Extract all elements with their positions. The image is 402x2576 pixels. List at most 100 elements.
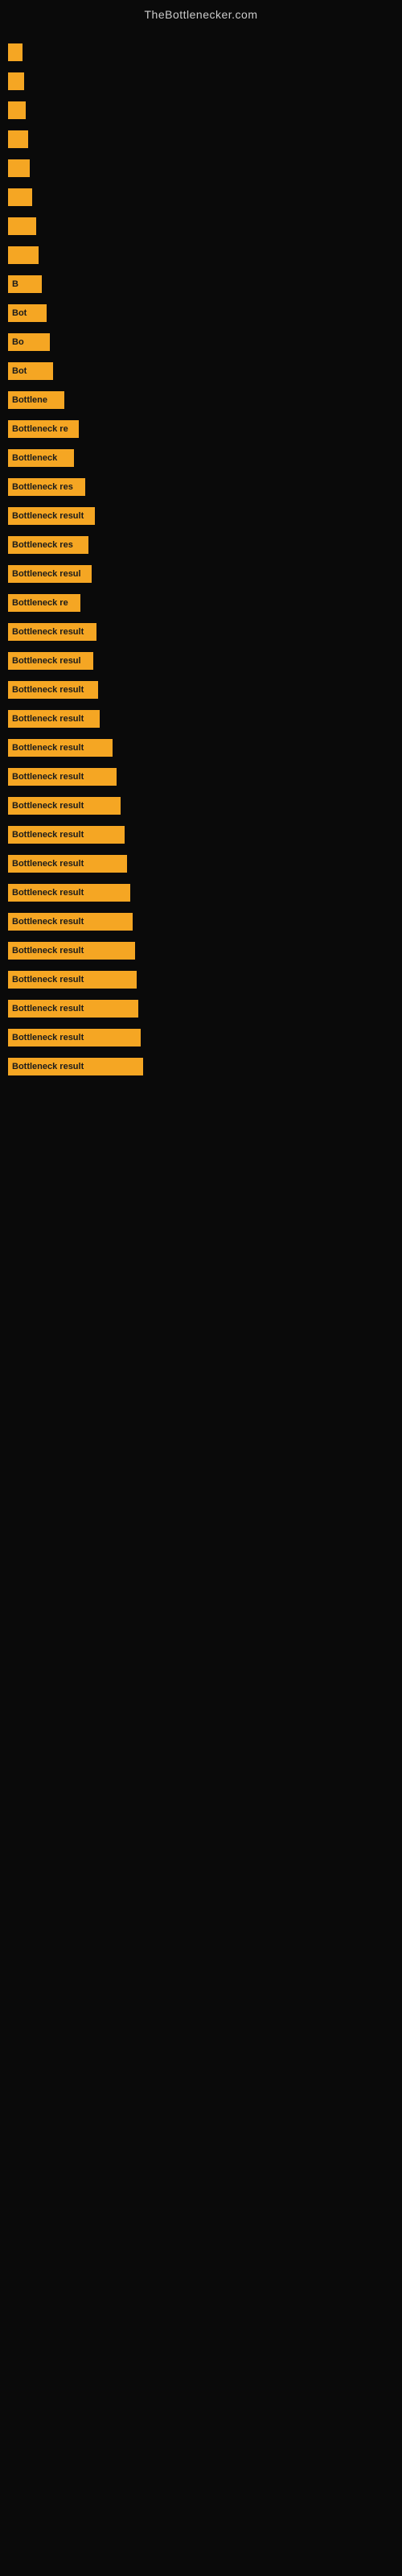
- bar-row: Bot: [8, 302, 394, 324]
- bar-row: Bottleneck re: [8, 418, 394, 440]
- bar-row: [8, 186, 394, 208]
- bar-row: Bot: [8, 360, 394, 382]
- bar-label-22: Bottleneck result: [12, 685, 84, 695]
- bar-label-14: Bottleneck: [12, 453, 57, 463]
- bar-row: Bottleneck result: [8, 505, 394, 527]
- bar-row: Bottleneck result: [8, 1055, 394, 1078]
- bar-3: [8, 130, 28, 148]
- bar-row: B: [8, 273, 394, 295]
- bar-34: Bottleneck result: [8, 1029, 141, 1046]
- bar-label-29: Bottleneck result: [12, 888, 84, 898]
- bar-31: Bottleneck result: [8, 942, 135, 960]
- bar-label-21: Bottleneck resul: [12, 656, 81, 666]
- bar-row: [8, 41, 394, 64]
- bar-row: Bottleneck result: [8, 708, 394, 730]
- bar-17: Bottleneck res: [8, 536, 88, 554]
- bar-label-9: Bot: [12, 308, 27, 318]
- bar-33: Bottleneck result: [8, 1000, 138, 1018]
- bar-label-19: Bottleneck re: [12, 598, 68, 608]
- bar-label-35: Bottleneck result: [12, 1062, 84, 1071]
- bar-label-16: Bottleneck result: [12, 511, 84, 521]
- bar-label-26: Bottleneck result: [12, 801, 84, 811]
- bar-row: [8, 244, 394, 266]
- bar-4: [8, 159, 30, 177]
- bar-label-30: Bottleneck result: [12, 917, 84, 927]
- bar-row: [8, 215, 394, 237]
- bar-row: Bottleneck: [8, 447, 394, 469]
- bar-row: Bottleneck res: [8, 476, 394, 498]
- bar-label-23: Bottleneck result: [12, 714, 84, 724]
- bar-13: Bottleneck re: [8, 420, 79, 438]
- bar-row: Bottleneck result: [8, 910, 394, 933]
- bar-row: Bottleneck re: [8, 592, 394, 614]
- bar-row: Bottleneck result: [8, 1026, 394, 1049]
- bar-row: Bottleneck result: [8, 621, 394, 643]
- bar-label-13: Bottleneck re: [12, 424, 68, 434]
- bar-22: Bottleneck result: [8, 681, 98, 699]
- bar-row: Bottleneck result: [8, 795, 394, 817]
- bar-row: Bottlene: [8, 389, 394, 411]
- bar-row: [8, 70, 394, 93]
- bar-row: Bottleneck result: [8, 997, 394, 1020]
- bar-11: Bot: [8, 362, 53, 380]
- bar-1: [8, 72, 24, 90]
- bar-25: Bottleneck result: [8, 768, 117, 786]
- bar-16: Bottleneck result: [8, 507, 95, 525]
- bar-15: Bottleneck res: [8, 478, 85, 496]
- bar-0: [8, 43, 23, 61]
- bar-row: Bottleneck result: [8, 824, 394, 846]
- bar-label-11: Bot: [12, 366, 27, 376]
- bars-container: B Bot Bo Bot Bottlene Bottleneck re Bottleneck…: [0, 25, 402, 1084]
- bar-row: Bo: [8, 331, 394, 353]
- bar-7: [8, 246, 39, 264]
- bar-row: Bottleneck result: [8, 881, 394, 904]
- bar-row: Bottleneck result: [8, 679, 394, 701]
- bar-28: Bottleneck result: [8, 855, 127, 873]
- bar-21: Bottleneck resul: [8, 652, 93, 670]
- bar-label-12: Bottlene: [12, 395, 47, 405]
- bar-label-10: Bo: [12, 337, 24, 347]
- site-title: TheBottlenecker.com: [0, 0, 402, 25]
- bar-23: Bottleneck result: [8, 710, 100, 728]
- bar-30: Bottleneck result: [8, 913, 133, 931]
- bar-14: Bottleneck: [8, 449, 74, 467]
- bar-row: Bottleneck resul: [8, 650, 394, 672]
- bar-row: Bottleneck result: [8, 766, 394, 788]
- bar-10: Bo: [8, 333, 50, 351]
- bar-12: Bottlene: [8, 391, 64, 409]
- bar-9: Bot: [8, 304, 47, 322]
- bar-label-34: Bottleneck result: [12, 1033, 84, 1042]
- bar-row: [8, 157, 394, 180]
- bar-row: Bottleneck resul: [8, 563, 394, 585]
- bar-label-15: Bottleneck res: [12, 482, 73, 492]
- bar-26: Bottleneck result: [8, 797, 121, 815]
- bar-label-8: B: [12, 279, 18, 289]
- bar-18: Bottleneck resul: [8, 565, 92, 583]
- bar-row: [8, 128, 394, 151]
- bar-27: Bottleneck result: [8, 826, 125, 844]
- bar-label-25: Bottleneck result: [12, 772, 84, 782]
- bar-row: Bottleneck result: [8, 852, 394, 875]
- bar-8: B: [8, 275, 42, 293]
- bar-row: Bottleneck result: [8, 968, 394, 991]
- bar-label-20: Bottleneck result: [12, 627, 84, 637]
- bar-24: Bottleneck result: [8, 739, 113, 757]
- bar-label-18: Bottleneck resul: [12, 569, 81, 579]
- bar-label-33: Bottleneck result: [12, 1004, 84, 1013]
- bar-label-24: Bottleneck result: [12, 743, 84, 753]
- bar-35: Bottleneck result: [8, 1058, 143, 1075]
- bar-row: Bottleneck result: [8, 939, 394, 962]
- bar-row: [8, 99, 394, 122]
- bar-label-27: Bottleneck result: [12, 830, 84, 840]
- bar-2: [8, 101, 26, 119]
- bar-label-31: Bottleneck result: [12, 946, 84, 956]
- bar-label-17: Bottleneck res: [12, 540, 73, 550]
- bar-row: Bottleneck result: [8, 737, 394, 759]
- bar-20: Bottleneck result: [8, 623, 96, 641]
- bar-label-28: Bottleneck result: [12, 859, 84, 869]
- bar-32: Bottleneck result: [8, 971, 137, 989]
- bar-label-32: Bottleneck result: [12, 975, 84, 985]
- bar-row: Bottleneck res: [8, 534, 394, 556]
- bar-5: [8, 188, 32, 206]
- bar-19: Bottleneck re: [8, 594, 80, 612]
